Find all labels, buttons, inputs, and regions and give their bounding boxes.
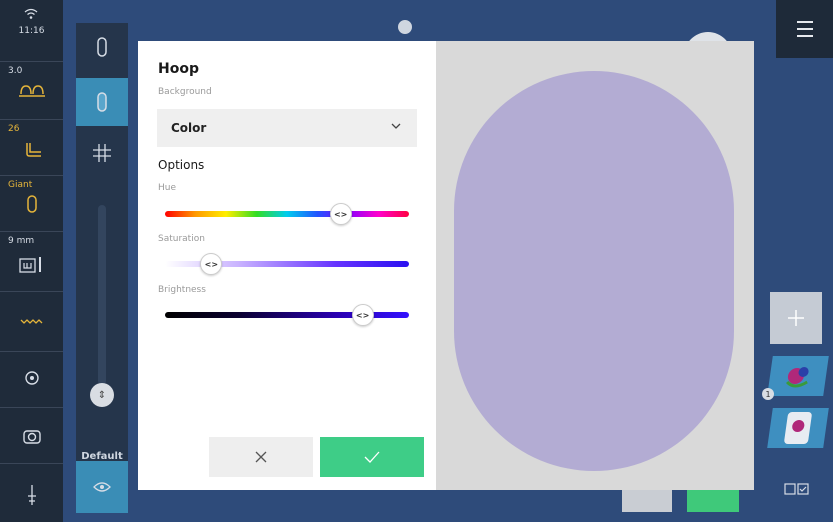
grid-icon — [93, 144, 111, 162]
plus-icon — [788, 310, 804, 326]
hue-slider[interactable] — [165, 211, 409, 217]
design-count-badge: 1 — [762, 388, 774, 400]
close-icon — [255, 451, 267, 463]
flower-design-icon — [785, 367, 809, 388]
background-select-value: Color — [171, 121, 207, 135]
eye-icon — [93, 482, 111, 492]
chevron-down-icon — [391, 123, 401, 129]
needle-size: 9 mm — [8, 236, 35, 246]
camera-icon — [22, 430, 41, 444]
background-label: Background — [158, 87, 212, 97]
cancel-button[interactable] — [209, 437, 313, 477]
camera-cell[interactable] — [0, 408, 63, 464]
dialog-title: Hoop — [158, 61, 199, 77]
updown-icon: ⇕ — [97, 389, 107, 401]
add-design-button[interactable] — [770, 292, 822, 344]
grid-tool-button[interactable] — [76, 129, 128, 177]
foot-number: 26 — [8, 124, 20, 134]
hoop-design-icon — [784, 412, 812, 444]
menu-icon — [797, 21, 813, 23]
refresh-icon[interactable] — [398, 20, 412, 34]
bobbin-icon — [24, 371, 39, 385]
wifi-icon — [24, 8, 38, 19]
options-heading: Options — [158, 158, 205, 172]
design-thumbnail-2[interactable] — [767, 408, 829, 448]
saturation-slider-knob[interactable]: <> — [200, 253, 223, 275]
zoom-track[interactable] — [98, 205, 106, 385]
needle-position-cell[interactable] — [0, 464, 63, 522]
tension-cell[interactable]: 3.0 — [0, 62, 63, 120]
menu-button[interactable] — [776, 0, 833, 58]
brightness-label: Brightness — [158, 285, 206, 295]
confirm-button[interactable] — [320, 437, 424, 477]
tool-column: ⇕ Default — [76, 23, 128, 513]
hoop-filled-icon — [97, 92, 107, 112]
needle-cell[interactable]: 9 mm — [0, 232, 63, 292]
hoop-preview — [454, 71, 734, 471]
hoop-cell[interactable]: Giant — [0, 176, 63, 232]
hoop-outline-icon — [97, 37, 107, 57]
check-icon — [364, 451, 380, 463]
clock: 11:16 — [18, 26, 45, 36]
zoom-knob[interactable]: ⇕ — [90, 383, 114, 407]
bobbin-cell[interactable] — [0, 352, 63, 408]
hoop-background-tool-button[interactable] — [76, 78, 128, 126]
hoop-settings-panel: Hoop Background Color Options Hue <> Sat… — [138, 41, 436, 490]
needle-plate-icon — [18, 257, 41, 273]
presser-foot-icon — [25, 143, 41, 157]
wifi-clock-cell: 11:16 — [0, 0, 63, 62]
hoop-dialog: Hoop Background Color Options Hue <> Sat… — [138, 41, 754, 490]
presser-foot-cell[interactable]: 26 — [0, 120, 63, 176]
stitch-cell[interactable] — [0, 292, 63, 352]
hoop-icon — [26, 195, 37, 213]
status-bar: 11:16 3.0 26 Giant 9 mm — [0, 0, 63, 522]
hue-label: Hue — [158, 183, 177, 193]
brightness-slider-knob[interactable]: <> — [351, 304, 374, 326]
thread-tension-icon — [18, 85, 45, 97]
tension-value: 3.0 — [8, 66, 23, 76]
zigzag-stitch-icon — [20, 319, 42, 324]
split-view-icon[interactable] — [784, 482, 810, 496]
saturation-label: Saturation — [158, 234, 205, 244]
hoop-tool-button[interactable] — [76, 23, 128, 71]
hue-slider-knob[interactable]: <> — [329, 203, 352, 225]
view-toggle-button[interactable] — [76, 461, 128, 513]
background-select[interactable]: Color — [157, 109, 417, 147]
hoop-size: Giant — [8, 180, 33, 190]
hoop-preview-panel — [436, 41, 754, 490]
needle-icon — [27, 485, 36, 505]
design-thumbnail-1[interactable] — [767, 356, 829, 396]
